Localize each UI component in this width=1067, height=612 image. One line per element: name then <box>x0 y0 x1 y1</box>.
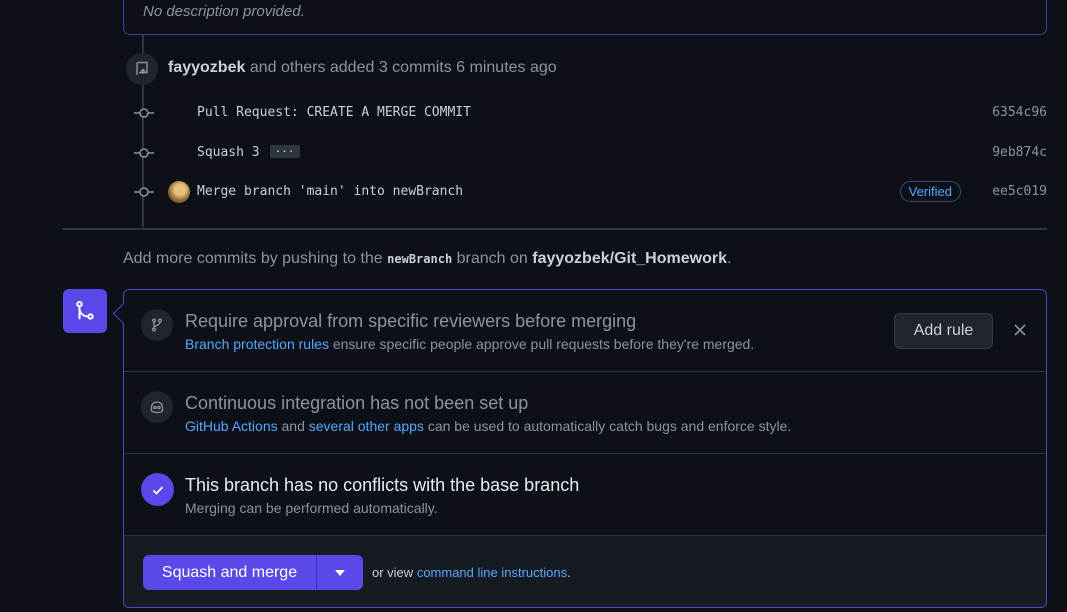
reviewers-rest: ensure specific people approve pull requ… <box>332 336 755 352</box>
add-rule-button[interactable]: Add rule <box>894 313 993 349</box>
command-line-link[interactable]: command line instructions <box>417 565 567 580</box>
other-apps-link[interactable]: several other apps <box>309 418 424 434</box>
add-more-commits-text: Add more commits by pushing to the newBr… <box>123 250 731 268</box>
push-author[interactable]: fayyozbek <box>168 59 245 76</box>
merge-box: Require approval from specific reviewers… <box>123 289 1047 608</box>
ci-section: Continuous integration has not been set … <box>124 372 1046 454</box>
copilot-icon <box>141 391 173 423</box>
commit-message-wrap: Squash 3 ··· <box>197 145 300 160</box>
add-more-middle: branch on <box>456 250 528 267</box>
push-event-rest: and others added 3 commits 6 minutes ago <box>249 59 557 76</box>
conflicts-section: This branch has no conflicts with the ba… <box>124 454 1046 536</box>
git-branch-icon <box>141 309 173 341</box>
commit-message[interactable]: Merge branch 'main' into newBranch <box>197 184 463 199</box>
ci-rest: can be used to automatically catch bugs … <box>427 418 792 434</box>
squash-and-merge-button[interactable]: Squash and merge <box>143 555 317 590</box>
branch-protection-link[interactable]: Branch protection rules <box>185 336 329 352</box>
conflicts-title: This branch has no conflicts with the ba… <box>185 475 580 495</box>
merge-options-dropdown[interactable] <box>317 555 363 590</box>
commit-dot-icon <box>134 108 154 118</box>
reviewers-title: Require approval from specific reviewers… <box>185 311 637 331</box>
add-more-suffix: . <box>726 250 732 267</box>
merge-footer: Squash and merge or view command line in… <box>124 536 1046 607</box>
commit-row: Pull Request: CREATE A MERGE COMMIT 6354… <box>130 101 1047 125</box>
git-merge-icon <box>63 289 107 333</box>
commit-row: Merge branch 'main' into newBranch Verif… <box>130 180 1047 204</box>
expand-commit-button[interactable]: ··· <box>269 145 300 158</box>
commit-sha[interactable]: 9eb874c <box>992 145 1047 160</box>
github-actions-link[interactable]: GitHub Actions <box>185 418 278 434</box>
ci-title: Continuous integration has not been set … <box>185 393 529 413</box>
repo-name: fayyozbek/Git_Homework <box>532 250 727 267</box>
repo-push-icon <box>126 53 158 85</box>
or-view-text: or view <box>372 565 414 580</box>
command-line-hint: or view command line instructions. <box>372 565 571 580</box>
chevron-down-icon <box>335 569 345 576</box>
avatar[interactable] <box>168 181 190 203</box>
reviewers-section: Require approval from specific reviewers… <box>124 290 1046 372</box>
ci-and: and <box>281 418 305 434</box>
commit-dot-icon <box>134 187 154 197</box>
commit-dot-icon <box>134 148 154 158</box>
branch-name: newBranch <box>387 252 453 266</box>
add-more-prefix: Add more commits by pushing to the <box>123 250 383 267</box>
check-icon <box>141 473 174 506</box>
commit-sha[interactable]: ee5c019 <box>992 184 1047 199</box>
push-event-text: fayyozbek and others added 3 commits 6 m… <box>168 59 557 77</box>
verified-badge[interactable]: Verified <box>899 181 961 202</box>
commit-row: Squash 3 ··· 9eb874c <box>130 141 1047 165</box>
close-icon[interactable] <box>1010 320 1030 340</box>
ci-subtitle: GitHub Actions and several other apps ca… <box>185 418 791 434</box>
squash-merge-button-group: Squash and merge <box>143 555 363 590</box>
or-view-period: . <box>567 565 571 580</box>
commit-message[interactable]: Squash 3 <box>197 145 260 160</box>
timeline-divider <box>62 228 1047 230</box>
commit-sha[interactable]: 6354c96 <box>992 105 1047 120</box>
reviewers-subtitle: Branch protection rules ensure specific … <box>185 336 754 352</box>
description-text: No description provided. <box>143 3 305 20</box>
conflicts-subtitle: Merging can be performed automatically. <box>185 500 438 516</box>
commit-message[interactable]: Pull Request: CREATE A MERGE COMMIT <box>197 105 471 120</box>
description-box: No description provided. <box>123 0 1047 35</box>
